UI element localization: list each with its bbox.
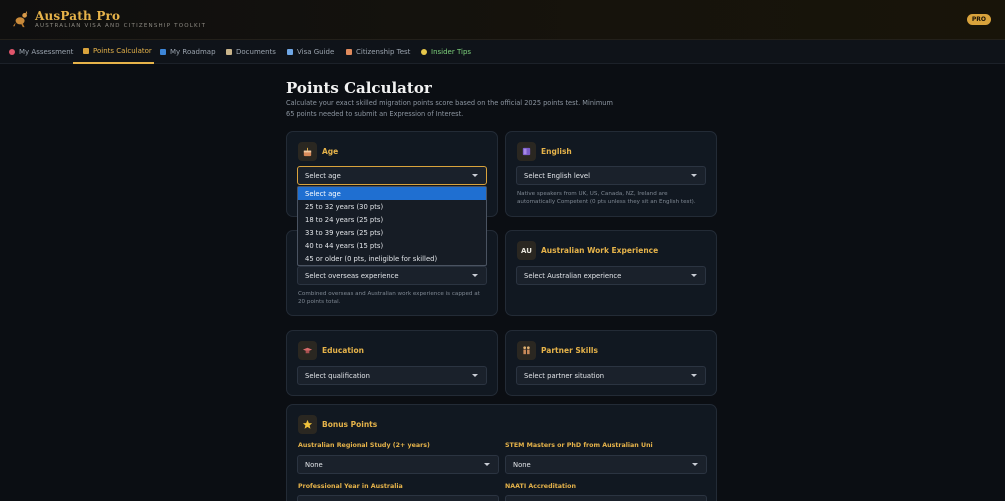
main-tab-bar: My Assessment Points Calculator My Roadm… <box>0 40 1005 64</box>
australian-work-card: AU Australian Work Experience Select Aus… <box>505 230 717 316</box>
overseas-experience-select[interactable]: Select overseas experience <box>297 266 487 285</box>
chart-icon <box>83 48 89 54</box>
professional-year-select[interactable] <box>297 495 499 501</box>
brand-tagline: AUSTRALIAN VISA AND CITIZENSHIP TOOLKIT <box>35 23 207 29</box>
select-value: Select partner situation <box>524 371 605 380</box>
tab-label: Visa Guide <box>297 48 335 56</box>
tab-my-roadmap[interactable]: My Roadmap <box>160 40 216 64</box>
select-value: Select qualification <box>305 371 370 380</box>
tab-label: Citizenship Test <box>356 48 411 56</box>
stem-select[interactable]: None <box>505 455 707 474</box>
select-value: Select English level <box>524 171 590 180</box>
card-title: Australian Work Experience <box>541 246 659 255</box>
english-note: Native speakers from UK, US, Canada, NZ,… <box>517 191 696 205</box>
dropdown-option[interactable]: 18 to 24 years (25 pts) <box>298 213 486 226</box>
dropdown-option[interactable]: 33 to 39 years (25 pts) <box>298 226 486 239</box>
tab-points-calculator[interactable]: Points Calculator <box>73 40 154 64</box>
tab-label: Insider Tips <box>431 48 472 56</box>
book-icon <box>517 142 536 161</box>
tab-documents[interactable]: Documents <box>226 40 276 64</box>
select-value: Select overseas experience <box>305 271 399 280</box>
naati-select[interactable] <box>505 495 707 501</box>
page-icon <box>346 49 352 55</box>
card-title: Partner Skills <box>541 346 598 355</box>
professional-year-label: Professional Year in Australia <box>298 483 403 490</box>
dropdown-option[interactable]: 40 to 44 years (15 pts) <box>298 239 486 252</box>
work-experience-note: Combined overseas and Australian work ex… <box>298 291 480 305</box>
tab-label: My Roadmap <box>170 48 216 56</box>
partner-situation-select[interactable]: Select partner situation <box>516 366 706 385</box>
select-value: None <box>305 460 323 469</box>
tab-insider-tips[interactable]: Insider Tips <box>421 40 471 64</box>
english-select[interactable]: Select English level <box>516 166 706 185</box>
tab-visa-guide[interactable]: Visa Guide <box>287 40 334 64</box>
card-title: Age <box>322 147 339 156</box>
regional-study-select[interactable]: None <box>297 455 499 474</box>
english-card: English Select English level Native spea… <box>505 131 717 217</box>
clipboard-icon <box>226 49 232 55</box>
tab-citizenship-test[interactable]: Citizenship Test <box>346 40 410 64</box>
partner-skills-card: Partner Skills Select partner situation <box>505 330 717 396</box>
target-icon <box>9 49 15 55</box>
couple-icon <box>517 341 536 360</box>
brand-name[interactable]: AusPath Pro <box>35 9 120 23</box>
birthday-cake-icon <box>298 142 317 161</box>
page-title: Points Calculator <box>286 79 432 97</box>
regional-study-label: Australian Regional Study (2+ years) <box>298 442 430 449</box>
kangaroo-icon <box>12 10 28 28</box>
tab-my-assessment[interactable]: My Assessment <box>9 40 73 64</box>
graduation-icon <box>298 341 317 360</box>
bonus-points-card: Bonus Points Australian Regional Study (… <box>286 404 717 501</box>
tab-label: My Assessment <box>19 48 74 56</box>
qualification-select[interactable]: Select qualification <box>297 366 487 385</box>
bulb-icon <box>421 49 427 55</box>
education-card: Education Select qualification <box>286 330 498 396</box>
au-flag-icon: AU <box>517 241 536 260</box>
dropdown-option[interactable]: Select age <box>298 187 486 200</box>
dropdown-option[interactable]: 25 to 32 years (30 pts) <box>298 200 486 213</box>
tab-label: Documents <box>236 48 276 56</box>
naati-label: NAATI Accreditation <box>505 483 576 490</box>
age-dropdown-list: Select age 25 to 32 years (30 pts) 18 to… <box>297 186 487 266</box>
select-value: None <box>513 460 531 469</box>
chevron-down-icon <box>691 174 697 177</box>
star-icon <box>298 415 317 434</box>
tab-label: Points Calculator <box>93 47 152 55</box>
dropdown-option[interactable]: 45 or older (0 pts, ineligible for skill… <box>298 252 486 265</box>
plane-icon <box>287 49 293 55</box>
card-title: English <box>541 147 572 156</box>
page-description: Calculate your exact skilled migration p… <box>286 99 613 118</box>
app-header: AusPath Pro AUSTRALIAN VISA AND CITIZENS… <box>0 0 1005 40</box>
card-title: Bonus Points <box>322 420 378 429</box>
chevron-down-icon <box>692 463 698 466</box>
select-value: Select Australian experience <box>524 271 622 280</box>
pro-badge: PRO <box>966 14 991 25</box>
select-value: Select age <box>305 171 341 180</box>
chevron-down-icon <box>691 274 697 277</box>
card-title: Education <box>322 346 364 355</box>
chevron-down-icon <box>691 374 697 377</box>
age-select[interactable]: Select age <box>297 166 487 185</box>
chevron-down-icon <box>472 374 478 377</box>
chevron-down-icon <box>472 174 478 177</box>
stem-label: STEM Masters or PhD from Australian Uni <box>505 442 653 449</box>
map-icon <box>160 49 166 55</box>
australian-experience-select[interactable]: Select Australian experience <box>516 266 706 285</box>
chevron-down-icon <box>472 274 478 277</box>
chevron-down-icon <box>484 463 490 466</box>
